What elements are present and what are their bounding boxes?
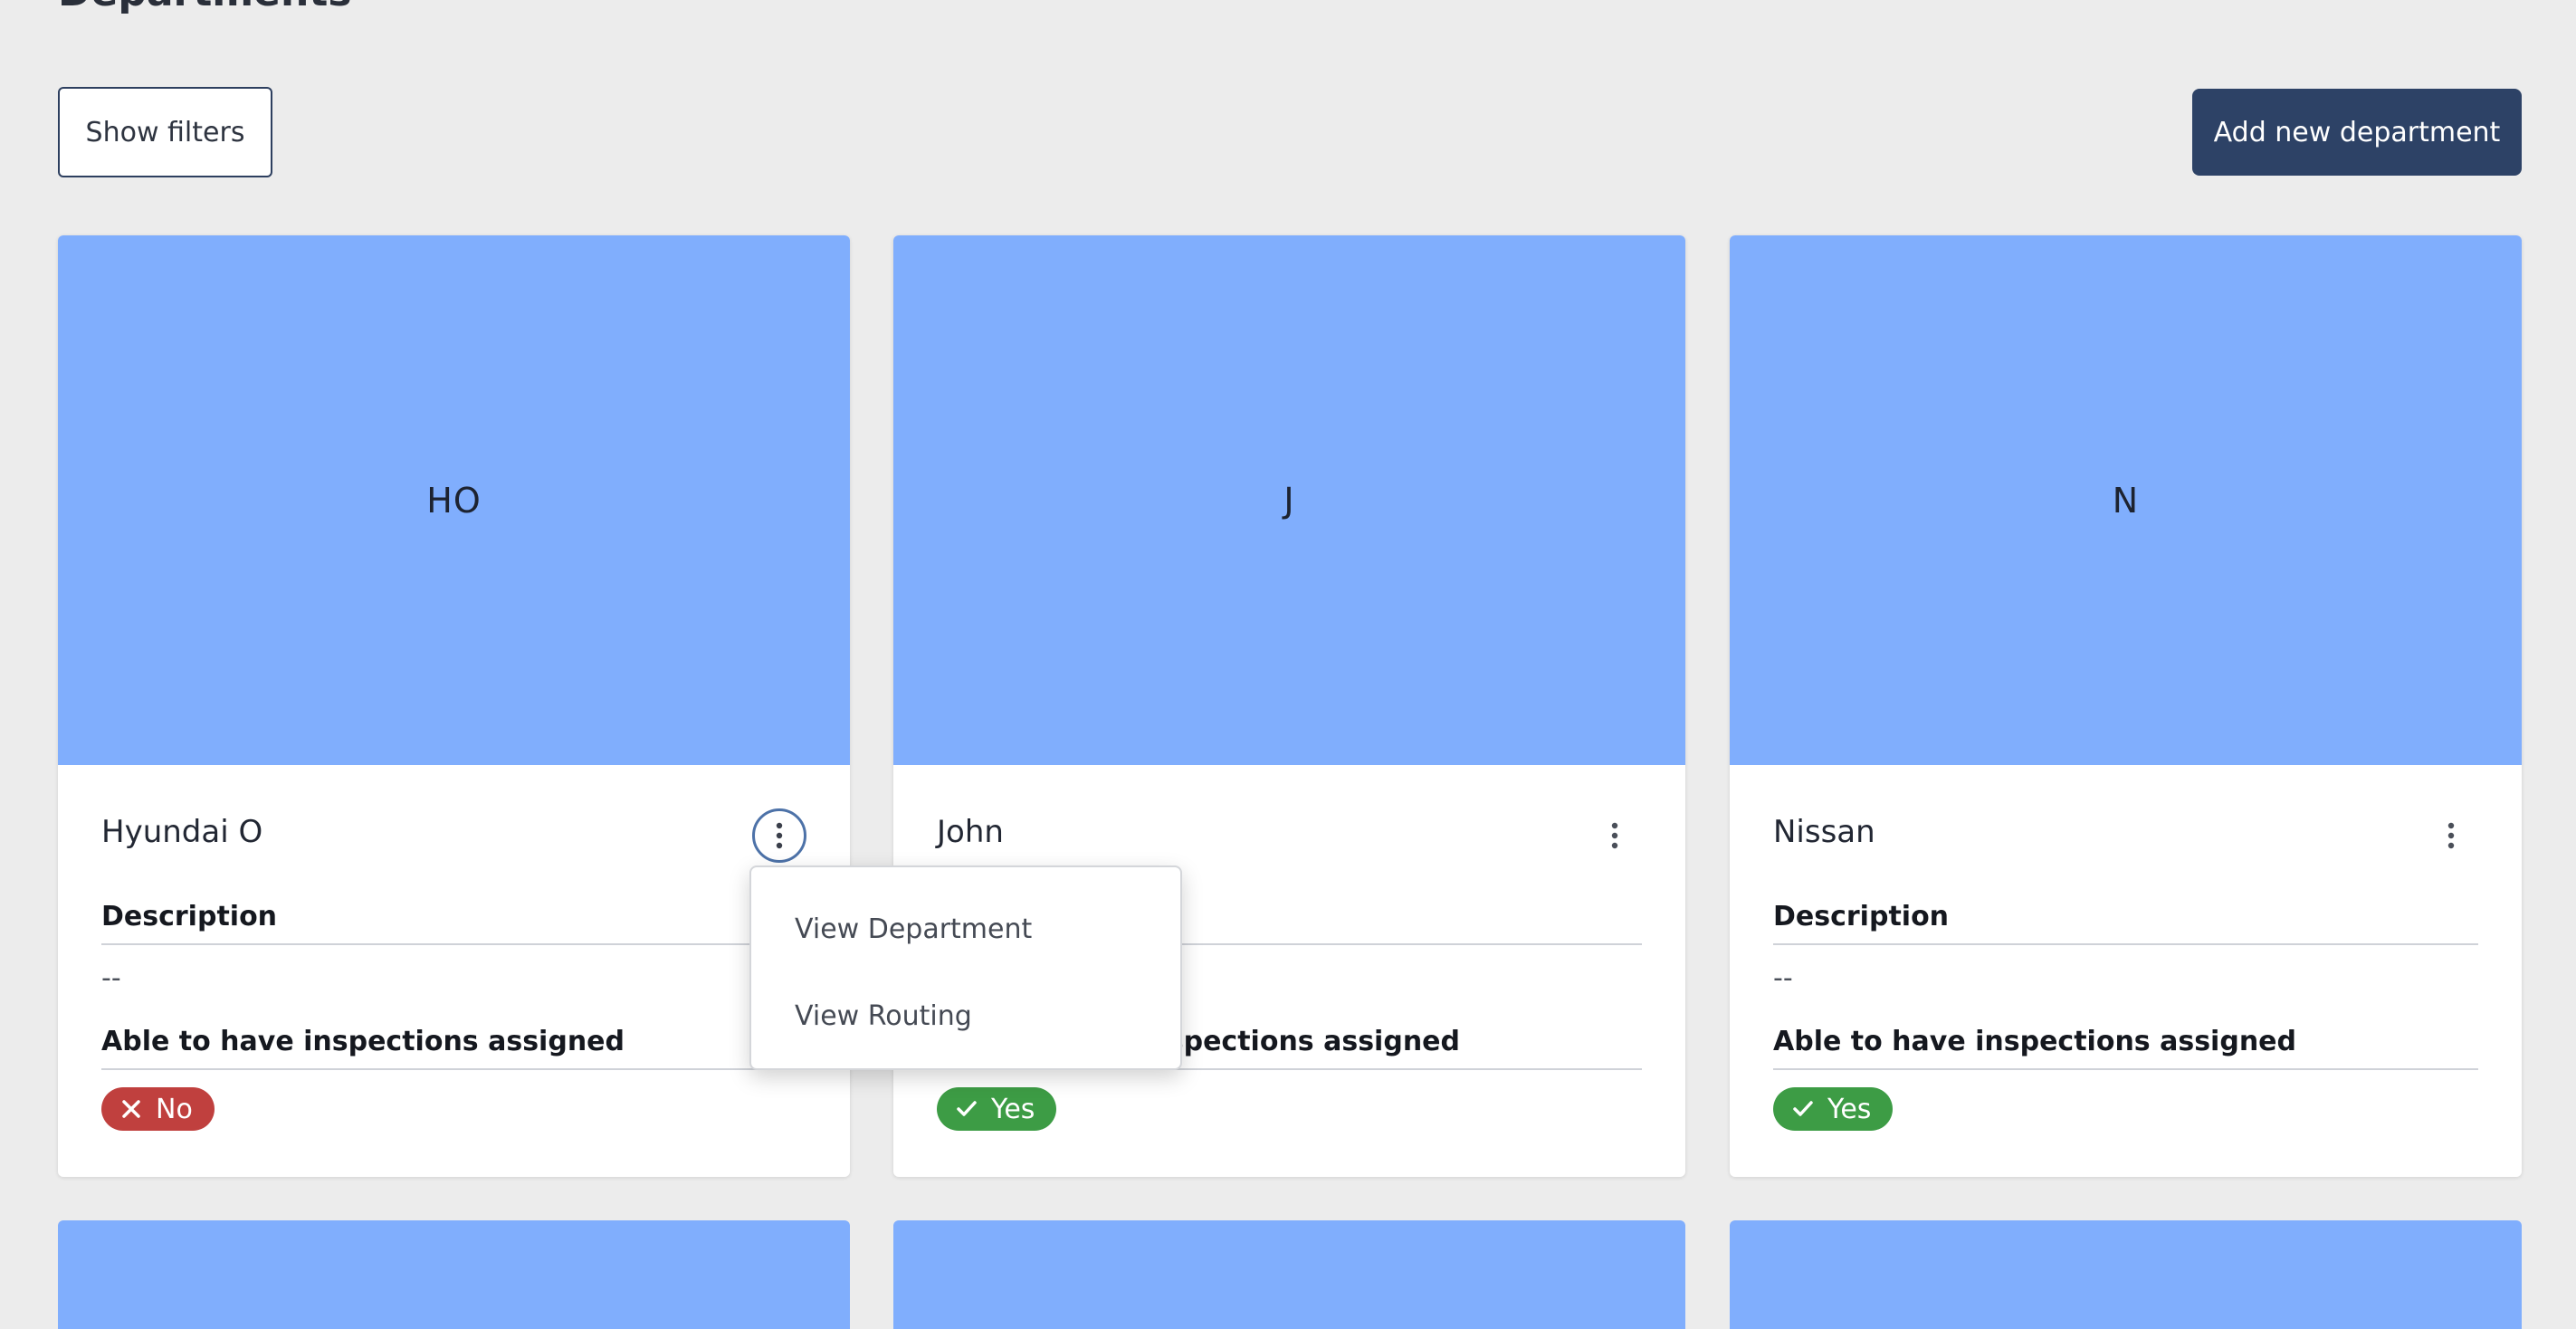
more-vertical-icon: [1611, 822, 1618, 849]
more-vertical-icon: [776, 822, 783, 849]
description-value: --: [1773, 962, 1793, 994]
card-menu-button[interactable]: [1588, 808, 1642, 863]
menu-item-view-routing[interactable]: View Routing: [751, 972, 1180, 1059]
page-title: Departments: [58, 0, 352, 15]
status-badge: Yes: [1773, 1087, 1894, 1131]
department-card: [1730, 1220, 2522, 1329]
card-banner: [1730, 1220, 2522, 1329]
status-badge-label: Yes: [991, 1093, 1035, 1125]
card-banner: N: [1730, 235, 2522, 765]
show-filters-button[interactable]: Show filters: [58, 87, 272, 177]
card-banner: HO: [58, 235, 850, 765]
inspections-assigned-label: Able to have inspections assigned: [1773, 1026, 2478, 1070]
department-card: N Nissan Description -- Able to have ins…: [1730, 235, 2522, 1177]
department-name: Nissan: [1773, 814, 1875, 850]
status-badge-label: Yes: [1827, 1093, 1872, 1125]
inspections-assigned-label: Able to have inspections assigned: [101, 1026, 806, 1070]
description-value: --: [101, 962, 121, 994]
card-banner: [58, 1220, 850, 1329]
status-badge: Yes: [937, 1087, 1057, 1131]
more-vertical-icon: [2447, 822, 2455, 849]
card-context-menu: View Department View Routing: [749, 865, 1182, 1070]
add-new-department-button[interactable]: Add new department: [2192, 89, 2522, 176]
department-name: Hyundai O: [101, 814, 263, 850]
department-name: John: [937, 814, 1004, 850]
menu-item-view-department[interactable]: View Department: [751, 885, 1180, 972]
card-menu-button[interactable]: [2424, 808, 2478, 863]
status-badge: No: [101, 1087, 215, 1131]
description-label: Description: [1773, 901, 2478, 945]
check-icon: [957, 1101, 977, 1116]
card-banner: J: [893, 235, 1685, 765]
card-menu-button[interactable]: [752, 808, 806, 863]
check-icon: [1793, 1101, 1813, 1116]
description-label: Description: [101, 901, 806, 945]
department-card: [58, 1220, 850, 1329]
x-icon: [122, 1100, 140, 1118]
department-card: [893, 1220, 1685, 1329]
card-banner: [893, 1220, 1685, 1329]
status-badge-label: No: [156, 1093, 193, 1125]
department-card: HO Hyundai O Description -- Able to have…: [58, 235, 850, 1177]
